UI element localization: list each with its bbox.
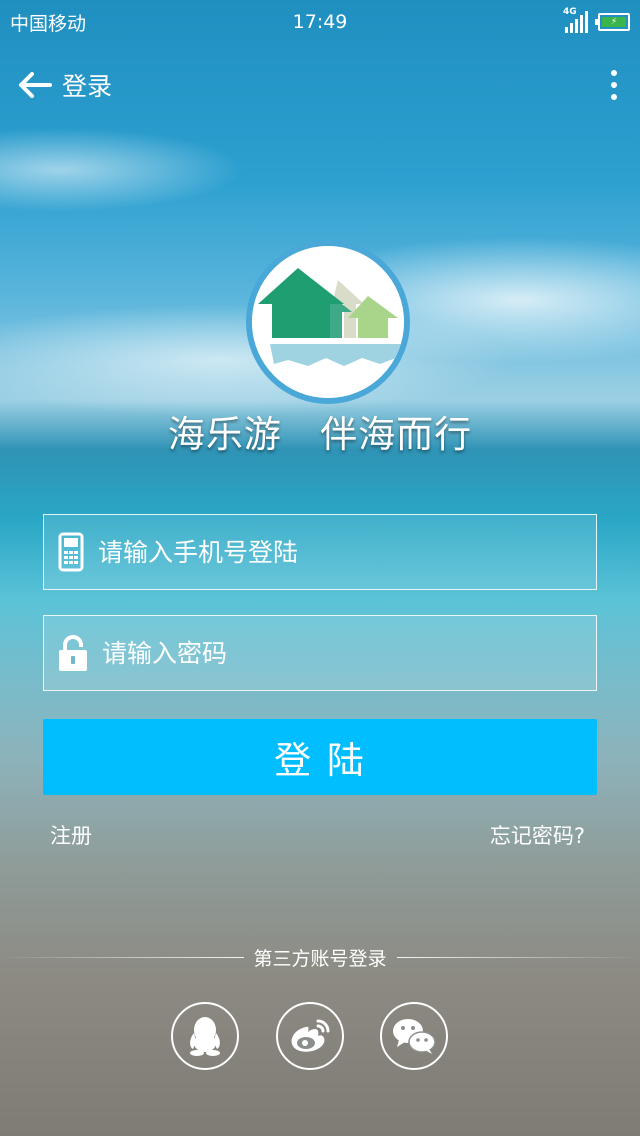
- divider-line-left: [0, 956, 244, 958]
- brand-slogan: 海乐游 伴海而行: [167, 413, 473, 456]
- app-logo: [246, 240, 410, 404]
- lock-icon: [59, 635, 87, 671]
- house-logo-icon: [252, 246, 404, 398]
- third-party-divider: 第三方账号登录: [0, 943, 640, 971]
- forgot-password-link[interactable]: 忘记密码?: [490, 820, 585, 850]
- wechat-login-button[interactable]: [380, 1002, 448, 1070]
- phone-input[interactable]: [98, 522, 596, 582]
- page-title: 登录: [62, 72, 113, 101]
- signal-icon: 4G: [563, 7, 588, 33]
- back-button[interactable]: 登录: [0, 67, 112, 103]
- status-time: 17:49: [292, 11, 348, 33]
- wechat-icon: [393, 1019, 436, 1054]
- more-dots-icon: [611, 70, 617, 76]
- divider-line-right: [396, 956, 640, 958]
- arrow-left-icon: [19, 72, 52, 98]
- weibo-icon: [291, 1019, 330, 1052]
- qq-icon: [190, 1017, 220, 1056]
- login-button[interactable]: 登 陆: [43, 719, 597, 795]
- phone-field[interactable]: [43, 514, 597, 590]
- status-bar: 中国移动 17:49 4G ⚡: [0, 0, 640, 44]
- top-bar: 登录: [0, 56, 640, 114]
- carrier-label: 中国移动: [10, 12, 87, 35]
- battery-icon: ⚡: [595, 13, 630, 31]
- password-input[interactable]: [102, 623, 596, 683]
- register-link[interactable]: 注册: [50, 820, 92, 850]
- password-field[interactable]: [43, 615, 597, 691]
- status-icons: 4G ⚡: [563, 7, 630, 33]
- weibo-login-button[interactable]: [276, 1002, 344, 1070]
- mobile-phone-icon: [58, 532, 84, 572]
- qq-login-button[interactable]: [171, 1002, 239, 1070]
- third-party-title: 第三方账号登录: [253, 947, 387, 970]
- network-type-label: 4G: [563, 7, 577, 17]
- more-menu-button[interactable]: [608, 70, 620, 100]
